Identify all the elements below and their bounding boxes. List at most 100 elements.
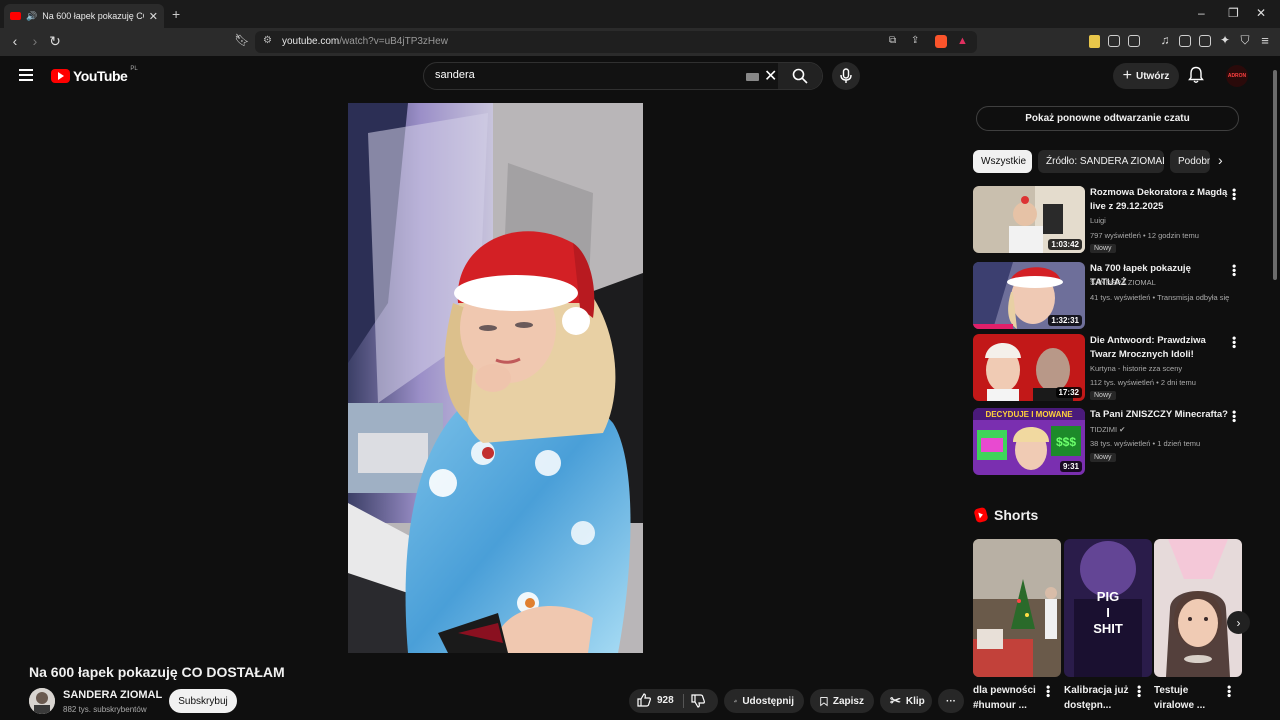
youtube-favicon-icon [10, 12, 21, 20]
recommendation-thumbnail[interactable]: 1:03:42 [973, 186, 1085, 253]
minimize-button[interactable]: – [1198, 6, 1205, 20]
short-menu-icon[interactable]: ••• [1132, 685, 1146, 698]
short-title[interactable]: Testuje viralowe ... [1154, 683, 1230, 713]
video-player[interactable] [348, 103, 643, 653]
search-icon [792, 68, 808, 84]
recommendation-title[interactable]: Die Antwoord: Prawdziwa Twarz Mrocznych … [1090, 334, 1230, 362]
save-bookmark-icon [820, 696, 828, 706]
short-thumbnail[interactable] [973, 539, 1061, 677]
recommendation-thumbnail[interactable]: 1:32:31 [973, 262, 1085, 329]
search-box[interactable]: sandera ✕ [423, 62, 823, 90]
logo-text: YouTube [73, 68, 128, 84]
keyboard-icon[interactable] [746, 73, 759, 81]
reload-icon[interactable]: ↻ [46, 33, 64, 50]
recommendation-title[interactable]: Rozmowa Dekoratora z Magdą live z 29.12.… [1090, 186, 1230, 214]
sidebar-toggle-icon[interactable] [1179, 35, 1191, 47]
url-path: /watch?v=uB4jTP3zHew [339, 36, 448, 47]
voice-search-button[interactable] [832, 62, 860, 90]
short-menu-icon[interactable]: ••• [1222, 685, 1236, 698]
browser-toolbar: ‹ › ↻ 🔖︎ ⚙︎ youtube.com/watch?v=uB4jTP3z… [0, 28, 1280, 56]
notifications-bell-icon[interactable] [1188, 66, 1204, 84]
tab-title: Na 600 łapek pokazuję CO DOSTAŁAM [42, 11, 144, 21]
page-scrollbar[interactable] [1273, 70, 1277, 280]
recommendation-channel-name: TIDZIMI [1090, 425, 1118, 434]
wallet-icon[interactable] [1199, 35, 1211, 47]
search-button[interactable] [778, 63, 822, 89]
recommendation-item[interactable]: 1:03:42 Rozmowa Dekoratora z Magdą live … [973, 186, 1263, 253]
recommendation-menu-icon[interactable]: ••• [1227, 336, 1241, 349]
channel-avatar[interactable] [29, 688, 55, 714]
recommendation-menu-icon[interactable]: ••• [1227, 188, 1241, 201]
chips-next-chevron-icon[interactable]: › [1218, 152, 1223, 168]
shorts-next-button[interactable]: › [1227, 611, 1250, 634]
share-label: Udostępnij [742, 695, 794, 707]
save-button[interactable]: Zapisz [810, 689, 874, 713]
recommendation-menu-icon[interactable]: ••• [1227, 410, 1241, 423]
recommendation-meta: 41 tys. wyświetleń • Transmisja odbyła s… [1090, 293, 1230, 302]
short-thumbnail[interactable]: PIG I SHIT [1064, 539, 1152, 677]
restore-button[interactable]: ❐ [1228, 6, 1239, 20]
new-tab-button[interactable]: + [172, 6, 180, 22]
recommendation-item[interactable]: DECYDUJE I MOWANE $$$ 9:31 Ta Pani ZNISZC… [973, 408, 1263, 475]
recommendation-channel[interactable]: SANDERA ZIOMAL [1090, 278, 1242, 287]
chip-from-channel[interactable]: Źródło: SANDERA ZIOMAL [1038, 150, 1164, 173]
recommendation-thumbnail[interactable]: 17:32 [973, 334, 1085, 401]
tab-close-icon[interactable]: ✕ [149, 10, 158, 23]
recommendation-thumbnail[interactable]: DECYDUJE I MOWANE $$$ 9:31 [973, 408, 1085, 475]
video-duration: 1:32:31 [1048, 315, 1082, 326]
clip-label: Klip [905, 695, 925, 707]
recommendation-menu-icon[interactable]: ••• [1227, 264, 1241, 277]
audio-playing-icon[interactable]: 🔊 [26, 11, 37, 22]
window-close-button[interactable]: ✕ [1256, 6, 1266, 20]
create-label: Utwórz [1136, 70, 1170, 82]
chip-all[interactable]: Wszystkie [973, 150, 1032, 173]
music-icon[interactable]: ♫ [1156, 33, 1174, 47]
recommendation-item[interactable]: 1:32:31 Na 700 łapek pokazuję TATUAŻ SAN… [973, 262, 1263, 329]
clear-search-icon[interactable]: ✕ [764, 66, 777, 86]
recommendation-channel[interactable]: Luigi [1090, 216, 1242, 225]
recommendation-channel[interactable]: TIDZIMI ✔ [1090, 425, 1242, 434]
short-title[interactable]: Kalibracja już dostępn... [1064, 683, 1140, 713]
address-bar[interactable]: ⚙︎ youtube.com/watch?v=uB4jTP3zHew ⧉ ⇪ ▲ [255, 31, 977, 53]
subscribe-button[interactable]: Subskrybuj [169, 689, 237, 713]
create-button[interactable]: + Utwórz [1113, 63, 1179, 89]
forward-icon[interactable]: › [26, 33, 44, 49]
menu-hamburger-icon[interactable] [19, 69, 33, 81]
thumbs-down-icon [691, 694, 705, 708]
show-chat-replay-button[interactable]: Pokaż ponowne odtwarzanie czatu [976, 106, 1239, 131]
channel-name[interactable]: SANDERA ZIOMAL [63, 689, 162, 701]
short-thumbnail[interactable] [1154, 539, 1242, 677]
clip-button[interactable]: ✂ Klip [880, 689, 932, 713]
new-badge: Nowy [1090, 391, 1116, 400]
recommendation-channel[interactable]: Kurtyna - historie zza sceny [1090, 364, 1242, 373]
video-duration: 17:32 [1055, 387, 1082, 398]
site-info-icon[interactable]: ⚙︎ [263, 35, 272, 46]
share-page-icon[interactable]: ⇪ [911, 35, 919, 46]
chip-related[interactable]: Podobne [1170, 150, 1210, 173]
recommendation-title[interactable]: Ta Pani ZNISZCZY Minecrafta? [1090, 408, 1230, 422]
extension-notes-icon[interactable] [1089, 35, 1100, 48]
vpn-shield-icon[interactable]: ⛉ [1236, 33, 1254, 48]
extensions-icon[interactable] [1108, 35, 1120, 47]
browser-tab-active[interactable]: 🔊 Na 600 łapek pokazuję CO DOSTAŁAM ✕ [4, 4, 164, 28]
recommendation-item[interactable]: 17:32 Die Antwoord: Prawdziwa Twarz Mroc… [973, 334, 1263, 401]
open-in-app-icon[interactable]: ⧉ [889, 35, 896, 46]
youtube-play-logo-icon [51, 69, 70, 83]
search-input[interactable]: sandera [435, 69, 475, 81]
more-actions-button[interactable]: ··· [938, 689, 964, 713]
bookmark-icon[interactable]: 🔖︎ [233, 33, 251, 47]
brave-shields-icon[interactable] [935, 35, 947, 48]
youtube-logo[interactable]: YouTube PL [51, 66, 138, 84]
browser-menu-icon[interactable]: ≡ [1256, 33, 1274, 48]
like-button[interactable]: 928 [637, 693, 674, 707]
leo-ai-icon[interactable]: ✦ [1216, 33, 1234, 47]
extension-square-icon[interactable] [1128, 35, 1140, 47]
short-menu-icon[interactable]: ••• [1041, 685, 1055, 698]
thumbs-up-icon [637, 693, 651, 707]
dislike-button[interactable] [691, 694, 705, 713]
back-icon[interactable]: ‹ [6, 33, 24, 49]
share-button[interactable]: Udostępnij [724, 689, 804, 713]
brave-rewards-icon[interactable]: ▲ [957, 35, 968, 47]
short-title[interactable]: dla pewności #humour ... [973, 683, 1049, 713]
account-avatar[interactable]: ADRON [1226, 65, 1248, 87]
